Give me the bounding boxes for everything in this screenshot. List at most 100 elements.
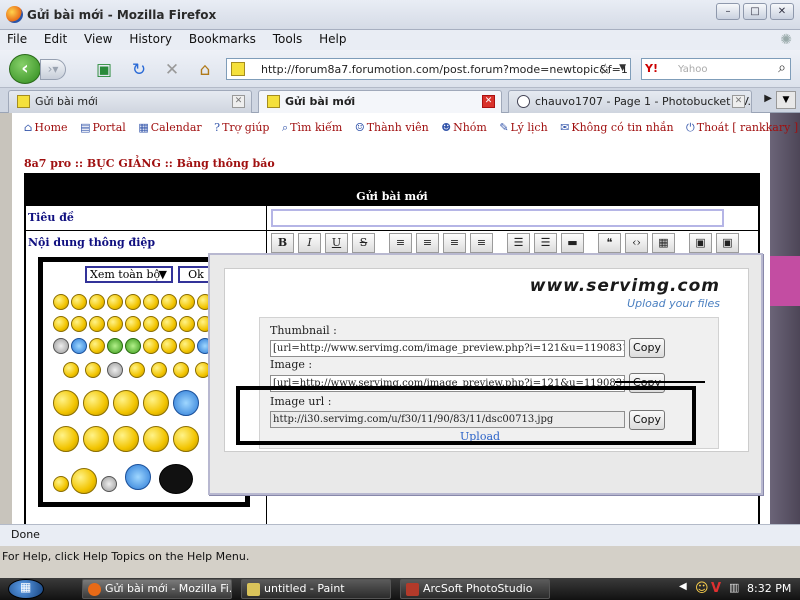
italic-button[interactable]: I: [298, 233, 321, 253]
back-button[interactable]: ‹: [9, 54, 41, 84]
reload-icon[interactable]: ↻: [128, 59, 150, 81]
smiley-icon[interactable]: [161, 294, 177, 310]
smiley-icon[interactable]: [53, 390, 79, 416]
align-right-button[interactable]: ≡: [443, 233, 466, 253]
search-icon[interactable]: ⌕: [778, 60, 786, 76]
start-button[interactable]: [8, 579, 44, 599]
smiley-icon[interactable]: [71, 294, 87, 310]
menu-file[interactable]: File: [0, 30, 33, 46]
forum-nav-calendar[interactable]: Calendar: [151, 121, 202, 134]
close-button[interactable]: ✕: [770, 3, 794, 20]
copy-thumbnail-button[interactable]: Copy: [629, 338, 665, 358]
forum-nav-search[interactable]: Tìm kiếm: [290, 121, 342, 134]
smiley-icon[interactable]: [63, 362, 79, 378]
menu-tools[interactable]: Tools: [266, 30, 309, 46]
smiley-icon[interactable]: [179, 338, 195, 354]
align-left-button[interactable]: ≡: [389, 233, 412, 253]
smiley-icon[interactable]: [53, 316, 69, 332]
smiley-icon[interactable]: [125, 316, 141, 332]
smiley-icon[interactable]: [125, 338, 141, 354]
menu-view[interactable]: View: [77, 30, 118, 46]
smiley-icon[interactable]: [71, 468, 97, 494]
smiley-icon[interactable]: [179, 316, 195, 332]
align-center-button[interactable]: ≡: [416, 233, 439, 253]
taskbar-item-photostudio[interactable]: ArcSoft PhotoStudio: [400, 579, 550, 599]
new-tab-icon[interactable]: ▣: [93, 59, 115, 81]
thumbnail-field[interactable]: [url=http://www.servimg.com/image_previe…: [270, 340, 625, 357]
smiley-icon[interactable]: [53, 426, 79, 452]
smiley-icon[interactable]: [53, 338, 69, 354]
host-image-button[interactable]: ▣: [716, 233, 739, 253]
forum-nav-portal[interactable]: Portal: [92, 121, 125, 134]
smiley-icon[interactable]: [53, 476, 69, 492]
table-button[interactable]: ▦: [652, 233, 675, 253]
yahoo-logo-icon[interactable]: Y!: [645, 62, 658, 75]
bold-button[interactable]: B: [271, 233, 294, 253]
antivirus-tray-icon[interactable]: V: [711, 581, 721, 596]
messenger-tray-icon[interactable]: ☺: [695, 581, 709, 596]
smiley-icon[interactable]: [129, 362, 145, 378]
forum-nav-home[interactable]: Home: [34, 121, 67, 134]
maximize-button[interactable]: □: [743, 3, 767, 20]
smiley-icon[interactable]: [89, 316, 105, 332]
smiley-icon[interactable]: [71, 316, 87, 332]
align-justify-button[interactable]: ≡: [470, 233, 493, 253]
smiley-icon[interactable]: [83, 426, 109, 452]
forum-nav-messages[interactable]: Không có tin nhắn: [571, 121, 673, 134]
smiley-icon[interactable]: [89, 338, 105, 354]
breadcrumb[interactable]: 8a7 pro :: BỤC GIẢNG :: Bảng thông báo: [24, 157, 275, 170]
quote-button[interactable]: ❝: [598, 233, 621, 253]
search-input[interactable]: Yahoo: [678, 64, 707, 75]
tab-2[interactable]: Gửi bài mới ✕: [258, 90, 502, 113]
url-dropdown-icon[interactable]: ▼: [619, 63, 626, 73]
forward-button[interactable]: ›▾: [40, 59, 66, 80]
smiley-icon[interactable]: [113, 390, 139, 416]
smiley-view-select[interactable]: Xem toàn bộ ▼: [85, 266, 173, 283]
stop-icon[interactable]: ✕: [161, 59, 183, 81]
bullet-list-button[interactable]: ☰: [507, 233, 530, 253]
smiley-icon[interactable]: [107, 316, 123, 332]
forum-nav-help[interactable]: Trợ giúp: [222, 121, 269, 134]
forum-nav-members[interactable]: Thành viên: [367, 121, 429, 134]
search-bar[interactable]: Y! Yahoo ⌕: [641, 58, 791, 80]
clock[interactable]: 8:32 PM: [747, 582, 791, 595]
image-button[interactable]: ▣: [689, 233, 712, 253]
tab-close-icon[interactable]: ✕: [732, 95, 745, 108]
taskbar-item-paint[interactable]: untitled - Paint: [241, 579, 391, 599]
forum-nav-logout[interactable]: Thoát [ rankkary ]: [697, 121, 798, 134]
smiley-icon[interactable]: [53, 294, 69, 310]
tab-close-icon[interactable]: ✕: [232, 95, 245, 108]
network-tray-icon[interactable]: ▥: [729, 581, 739, 594]
smiley-icon[interactable]: [161, 338, 177, 354]
smiley-icon[interactable]: [143, 338, 159, 354]
menu-edit[interactable]: Edit: [37, 30, 73, 46]
smiley-icon[interactable]: [107, 362, 123, 378]
tab-close-icon[interactable]: ✕: [482, 95, 495, 108]
tab-scroll-right-icon[interactable]: ▶: [764, 93, 772, 104]
smiley-icon[interactable]: [107, 338, 123, 354]
smiley-icon[interactable]: [173, 362, 189, 378]
smiley-icon[interactable]: [179, 294, 195, 310]
smiley-icon[interactable]: [143, 316, 159, 332]
bookmark-star-icon[interactable]: ☆: [599, 60, 612, 78]
tab-list-button[interactable]: ▼: [776, 91, 796, 109]
smiley-icon[interactable]: [173, 426, 199, 452]
smiley-icon[interactable]: [161, 316, 177, 332]
smiley-icon[interactable]: [113, 426, 139, 452]
smiley-icon[interactable]: [151, 362, 167, 378]
menu-history[interactable]: History: [122, 30, 178, 46]
hr-button[interactable]: ▬: [561, 233, 584, 253]
menu-help[interactable]: Help: [312, 30, 352, 46]
forum-nav-profile[interactable]: Lý lịch: [511, 121, 548, 134]
tab-3[interactable]: chauvo1707 - Page 1 - Photobucket - V...…: [508, 90, 752, 113]
forum-nav-groups[interactable]: Nhóm: [453, 121, 487, 134]
smiley-icon[interactable]: [101, 476, 117, 492]
menu-bookmarks[interactable]: Bookmarks: [182, 30, 262, 46]
smiley-icon[interactable]: [125, 464, 151, 490]
tray-expand-icon[interactable]: ◀: [679, 581, 687, 592]
smiley-icon[interactable]: [85, 362, 101, 378]
smiley-icon[interactable]: [71, 338, 87, 354]
smiley-icon[interactable]: [159, 464, 193, 494]
smiley-icon[interactable]: [125, 294, 141, 310]
strike-button[interactable]: S: [352, 233, 375, 253]
